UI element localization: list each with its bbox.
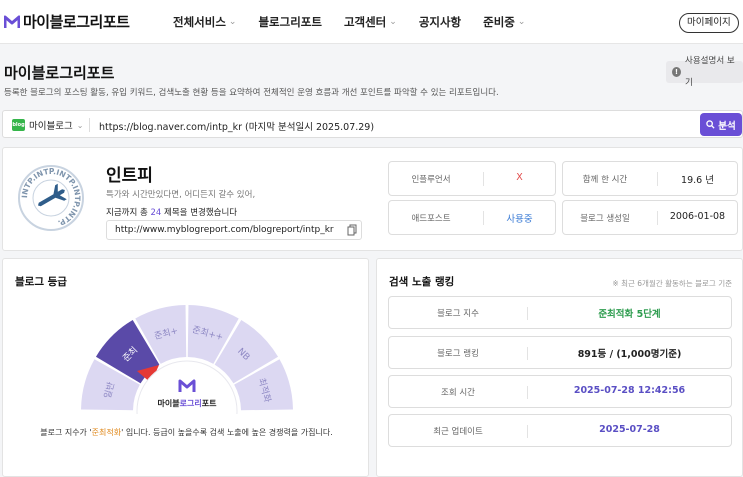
blog-avatar: INTP.INTP.INTP.INTP.INTP. — [18, 165, 84, 231]
stat-value: X — [516, 172, 523, 183]
grade-note-highlight: 준최적화 — [91, 428, 122, 437]
stat-adpost: 애드포스트 사용중 — [388, 200, 556, 235]
logo-m-icon — [4, 15, 20, 28]
info-icon: ! — [672, 67, 682, 77]
mypage-button[interactable]: 마이페이지 — [679, 13, 739, 33]
blog-profile-card: INTP.INTP.INTP.INTP.INTP. 인트피 특가와 시간만있다면… — [2, 147, 743, 251]
analyze-button[interactable]: 분석 — [700, 113, 742, 136]
stat-influencer: 인플루언서 X — [388, 161, 556, 196]
user-guide-button[interactable]: ! 사용설명서 보기 — [666, 56, 743, 88]
report-url-text: http://www.myblogreport.com/blogreport/i… — [115, 225, 334, 235]
stat-value: 19.6 년 — [681, 175, 714, 186]
top-navigation-bar: 마이블로그리포트 전체서비스 ⌄ 블로그리포트 고객센터 ⌄ 공지사항 준비중 ⌄ 마… — [0, 0, 743, 44]
ranking-value: 891등 / (1,000명기준) — [577, 349, 682, 360]
stat-label: 애드포스트 — [411, 214, 451, 224]
user-guide-label: 사용설명서 보기 — [685, 56, 735, 88]
divider — [89, 118, 90, 132]
report-url-field[interactable]: http://www.myblogreport.com/blogreport/i… — [106, 220, 362, 240]
panel-title: 블로그 등급 — [15, 276, 67, 288]
stat-value: 사용중 — [506, 214, 533, 225]
blog-url-bar: blog 마이블로그 ⌄ https://blog.naver.com/intp… — [2, 110, 743, 138]
ranking-label: 블로그 지수 — [437, 309, 479, 319]
ranking-row-query-time: 조회 시간 2025-07-28 12:42:56 — [388, 375, 732, 408]
nav-notice[interactable]: 공지사항 — [419, 14, 461, 30]
stat-label: 인플루언서 — [411, 175, 451, 185]
page-title: 마이블로그리포트 — [4, 64, 115, 82]
ranking-row-blog-index: 블로그 지수 준최적화 5단계 — [388, 296, 732, 329]
main-nav: 전체서비스 ⌄ 블로그리포트 고객센터 ⌄ 공지사항 준비중 ⌄ — [173, 14, 547, 30]
ranking-row-blog-rank: 블로그 랭킹 891등 / (1,000명기준) — [388, 336, 732, 369]
ranking-value: 준최적화 5단계 — [598, 309, 661, 320]
blog-name: 인트피 — [106, 166, 153, 186]
stat-label: 함께 한 시간 — [582, 175, 628, 185]
nav-coming-soon[interactable]: 준비중 ⌄ — [483, 14, 525, 30]
ranking-note: ※ 최근 6개월간 활동하는 블로그 기준 — [612, 279, 732, 288]
title-change-count: 24 — [150, 208, 162, 218]
nav-blog-report[interactable]: 블로그리포트 — [258, 14, 321, 30]
nav-all-services[interactable]: 전체서비스 ⌄ — [173, 14, 236, 30]
platform-label: 마이블로그 — [29, 121, 73, 132]
center-logo-text: 마이블로그리포트 — [158, 398, 218, 408]
stat-created-date: 블로그 생성일 2006-01-08 — [562, 200, 738, 235]
platform-select[interactable]: blog 마이블로그 ⌄ — [12, 118, 83, 132]
chevron-down-icon: ⌄ — [228, 17, 237, 27]
search-icon — [706, 120, 715, 129]
stat-value: 2006-01-08 — [669, 211, 726, 222]
ranking-label: 블로그 랭킹 — [437, 349, 479, 359]
ranking-label: 조회 시간 — [441, 388, 475, 398]
stat-time-together: 함께 한 시간 19.6 년 — [562, 161, 738, 196]
panel-title: 검색 노출 랭킹 — [389, 276, 455, 288]
ranking-value: 2025-07-28 — [599, 424, 660, 435]
site-logo[interactable]: 마이블로그리포트 — [4, 11, 130, 32]
blog-icon: blog — [12, 119, 25, 131]
stat-label: 블로그 생성일 — [580, 214, 630, 224]
chevron-down-icon: ⌄ — [517, 17, 526, 27]
chevron-down-icon: ⌄ — [389, 17, 397, 27]
grade-note: 블로그 지수가 '준최적화' 입니다. 등급이 높을수록 검색 노출에 높은 경… — [40, 428, 333, 437]
nav-customer-center[interactable]: 고객센터 ⌄ — [344, 14, 397, 30]
grade-gauge: 일반준최준최+ 준최++NB최적화 마이블로그리포트 — [81, 305, 293, 414]
logo-text: 마이블로그리포트 — [23, 13, 130, 31]
blog-url-input[interactable]: https://blog.naver.com/intp_kr (마지막 분석일시… — [99, 119, 374, 133]
title-change-info: 지금까지 총 24 제목을 변경했습니다 — [106, 208, 238, 218]
ranking-value: 2025-07-28 12:42:56 — [573, 385, 686, 396]
page-description: 등록한 블로그의 포스팅 활동, 유입 키워드, 검색노출 현황 등을 요약하여… — [4, 88, 499, 98]
blog-subtitle: 특가와 시간만있다면, 어디든지 갈수 있어, — [106, 190, 256, 200]
blog-grade-panel: 블로그 등급 일반 준최 준최+ 준최++ NB 최적화 마이블로그리포트 블로그 지수가… — [2, 258, 369, 477]
chevron-down-icon: ⌄ — [76, 120, 84, 130]
copy-icon[interactable] — [347, 224, 357, 236]
search-ranking-panel: 검색 노출 랭킹 ※ 최근 6개월간 활동하는 블로그 기준 블로그 지수 준최… — [376, 258, 743, 477]
analyze-label: 분석 — [718, 120, 736, 132]
ranking-row-last-update: 최근 업데이트 2025-07-28 — [388, 414, 732, 447]
ranking-label: 최근 업데이트 — [433, 427, 483, 437]
